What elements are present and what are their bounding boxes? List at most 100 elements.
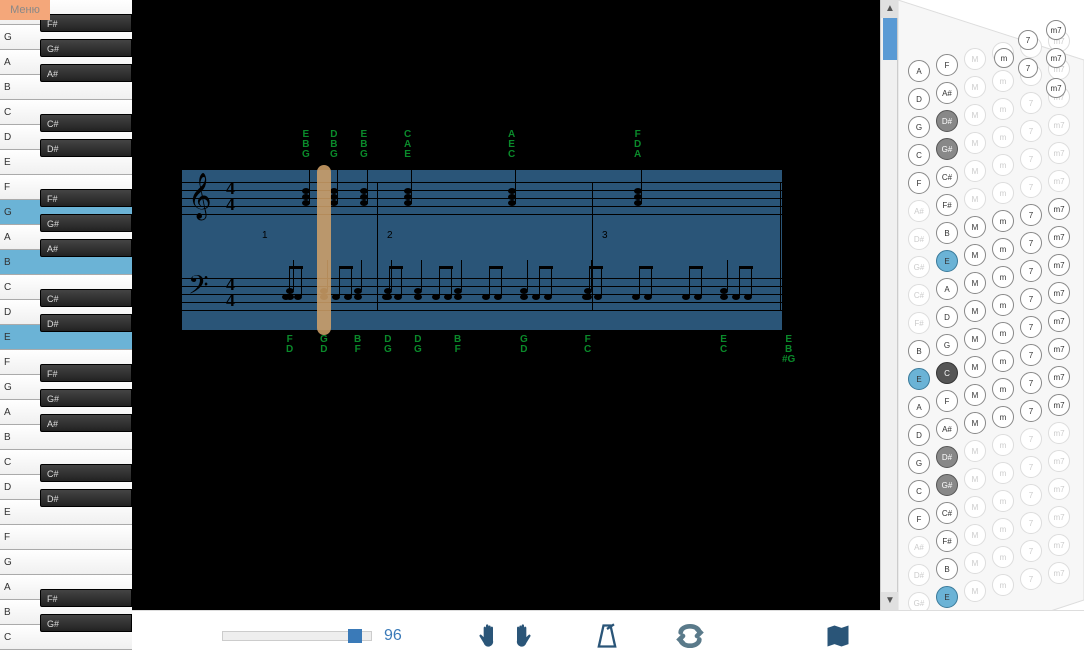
accordion-chord-button[interactable]: m7 <box>1048 170 1070 192</box>
accordion-bass-button[interactable]: B <box>936 222 958 244</box>
accordion-chord-button[interactable]: 7 <box>1020 316 1042 338</box>
accordion-bass-button[interactable]: F# <box>908 312 930 334</box>
black-key[interactable]: A# <box>40 239 132 257</box>
accordion-chord-button[interactable]: m <box>992 518 1014 540</box>
accordion-chord-button[interactable]: m <box>992 126 1014 148</box>
accordion-bass-button[interactable]: G# <box>936 138 958 160</box>
accordion-chord-button[interactable]: 7 <box>1020 540 1042 562</box>
accordion-chord-button[interactable]: M <box>964 356 986 378</box>
accordion-bass-button[interactable]: A# <box>908 200 930 222</box>
accordion-chord-button[interactable]: 7 <box>1020 260 1042 282</box>
accordion-chord-button[interactable]: 7 <box>1020 176 1042 198</box>
accordion-chord-button[interactable]: m <box>992 182 1014 204</box>
black-key[interactable]: D# <box>40 139 132 157</box>
accordion-bass-button[interactable]: A <box>908 396 930 418</box>
accordion-chord-button[interactable]: M <box>964 104 986 126</box>
accordion-chord-button[interactable]: m7 <box>1048 422 1070 444</box>
accordion-chord-button[interactable]: 7 <box>1020 484 1042 506</box>
accordion-chord-button[interactable]: m7 <box>1048 506 1070 528</box>
black-key[interactable]: C# <box>40 289 132 307</box>
black-key[interactable]: A# <box>40 64 132 82</box>
accordion-chord-button[interactable]: 7 <box>1020 204 1042 226</box>
accordion-chord-button[interactable]: m7 <box>1048 198 1070 220</box>
accordion-chord-button[interactable]: M <box>964 272 986 294</box>
black-key[interactable]: F# <box>40 364 132 382</box>
accordion-bass-button[interactable]: C <box>908 144 930 166</box>
accordion-bass-button[interactable]: G# <box>908 256 930 278</box>
accordion-chord-button[interactable]: M <box>964 132 986 154</box>
accordion-chord-button[interactable]: 7 <box>1020 344 1042 366</box>
accordion-chord-button[interactable]: m <box>992 154 1014 176</box>
accordion-chord-button[interactable]: M <box>964 468 986 490</box>
accordion-chord-button[interactable]: m7 <box>1048 450 1070 472</box>
scroll-down-arrow[interactable]: ▼ <box>881 592 899 610</box>
accordion-bass-button[interactable]: A# <box>936 82 958 104</box>
accordion-chord-button[interactable]: 7 <box>1018 58 1038 78</box>
accordion-chord-button[interactable]: m7 <box>1046 78 1066 98</box>
accordion-chord-button[interactable]: 7 <box>1020 232 1042 254</box>
accordion-bass-button[interactable]: C# <box>908 284 930 306</box>
accordion-bass-button[interactable]: D <box>908 424 930 446</box>
accordion-chord-button[interactable]: M <box>964 160 986 182</box>
accordion-chord-button[interactable]: m7 <box>1048 338 1070 360</box>
accordion-chord-button[interactable]: m <box>992 322 1014 344</box>
accordion-chord-button[interactable]: m <box>992 406 1014 428</box>
accordion-chord-button[interactable]: m <box>992 70 1014 92</box>
accordion-bass-button[interactable]: A <box>908 60 930 82</box>
accordion-chord-button[interactable]: m7 <box>1048 310 1070 332</box>
accordion-chord-button[interactable]: m7 <box>1048 394 1070 416</box>
accordion-bass-button[interactable]: C <box>908 480 930 502</box>
accordion-bass-button[interactable]: G <box>936 334 958 356</box>
accordion-chord-button[interactable]: M <box>964 188 986 210</box>
accordion-chord-button[interactable]: M <box>964 244 986 266</box>
accordion-bass-button[interactable]: D# <box>936 110 958 132</box>
black-key[interactable]: G# <box>40 39 132 57</box>
accordion-chord-button[interactable]: 7 <box>1020 288 1042 310</box>
accordion-chord-button[interactable]: M <box>964 48 986 70</box>
accordion-chord-button[interactable]: m <box>992 434 1014 456</box>
accordion-bass-button[interactable]: G <box>908 116 930 138</box>
accordion-chord-button[interactable]: m <box>992 490 1014 512</box>
accordion-chord-button[interactable]: 7 <box>1018 30 1038 50</box>
accordion-chord-button[interactable]: m <box>992 238 1014 260</box>
accordion-chord-button[interactable]: m7 <box>1048 226 1070 248</box>
accordion-chord-button[interactable]: m7 <box>1048 254 1070 276</box>
menu-button[interactable]: Меню <box>0 0 50 20</box>
accordion-bass-button[interactable]: D <box>936 306 958 328</box>
tempo-slider[interactable] <box>222 631 372 641</box>
accordion-bass-button[interactable]: F <box>936 390 958 412</box>
accordion-chord-button[interactable]: 7 <box>1020 568 1042 590</box>
accordion-bass-button[interactable]: B <box>936 558 958 580</box>
accordion-chord-button[interactable]: m7 <box>1048 142 1070 164</box>
black-key[interactable]: F# <box>40 589 132 607</box>
accordion-chord-button[interactable]: m <box>992 98 1014 120</box>
white-key[interactable]: G <box>0 550 132 575</box>
accordion-chord-button[interactable]: m7 <box>1048 562 1070 584</box>
accordion-chord-button[interactable]: M <box>964 496 986 518</box>
black-key[interactable]: C# <box>40 114 132 132</box>
black-key[interactable]: F# <box>40 189 132 207</box>
accordion-chord-button[interactable]: m <box>992 574 1014 596</box>
accordion-bass-button[interactable]: F <box>936 54 958 76</box>
accordion-bass-button[interactable]: F# <box>936 530 958 552</box>
accordion-chord-button[interactable]: M <box>964 412 986 434</box>
accordion-bass-button[interactable]: A <box>936 278 958 300</box>
tempo-slider-thumb[interactable] <box>348 629 362 643</box>
accordion-bass-button[interactable]: C# <box>936 166 958 188</box>
left-hand-icon[interactable] <box>472 622 500 650</box>
loop-icon[interactable] <box>676 622 704 650</box>
accordion-chord-button[interactable]: m <box>992 266 1014 288</box>
accordion-bass-button[interactable]: C <box>936 362 958 384</box>
accordion-bass-button[interactable]: A# <box>908 536 930 558</box>
accordion-chord-button[interactable]: M <box>964 76 986 98</box>
accordion-chord-button[interactable]: m7 <box>1048 366 1070 388</box>
white-key[interactable]: F <box>0 525 132 550</box>
accordion-chord-button[interactable]: M <box>964 580 986 602</box>
accordion-bass-button[interactable]: D# <box>936 446 958 468</box>
accordion-bass-button[interactable]: G# <box>936 474 958 496</box>
black-key[interactable]: G# <box>40 214 132 232</box>
accordion-bass-button[interactable]: D <box>908 88 930 110</box>
accordion-chord-button[interactable]: M <box>964 440 986 462</box>
accordion-bass-button[interactable]: C# <box>936 502 958 524</box>
accordion-chord-button[interactable]: m7 <box>1046 20 1066 40</box>
